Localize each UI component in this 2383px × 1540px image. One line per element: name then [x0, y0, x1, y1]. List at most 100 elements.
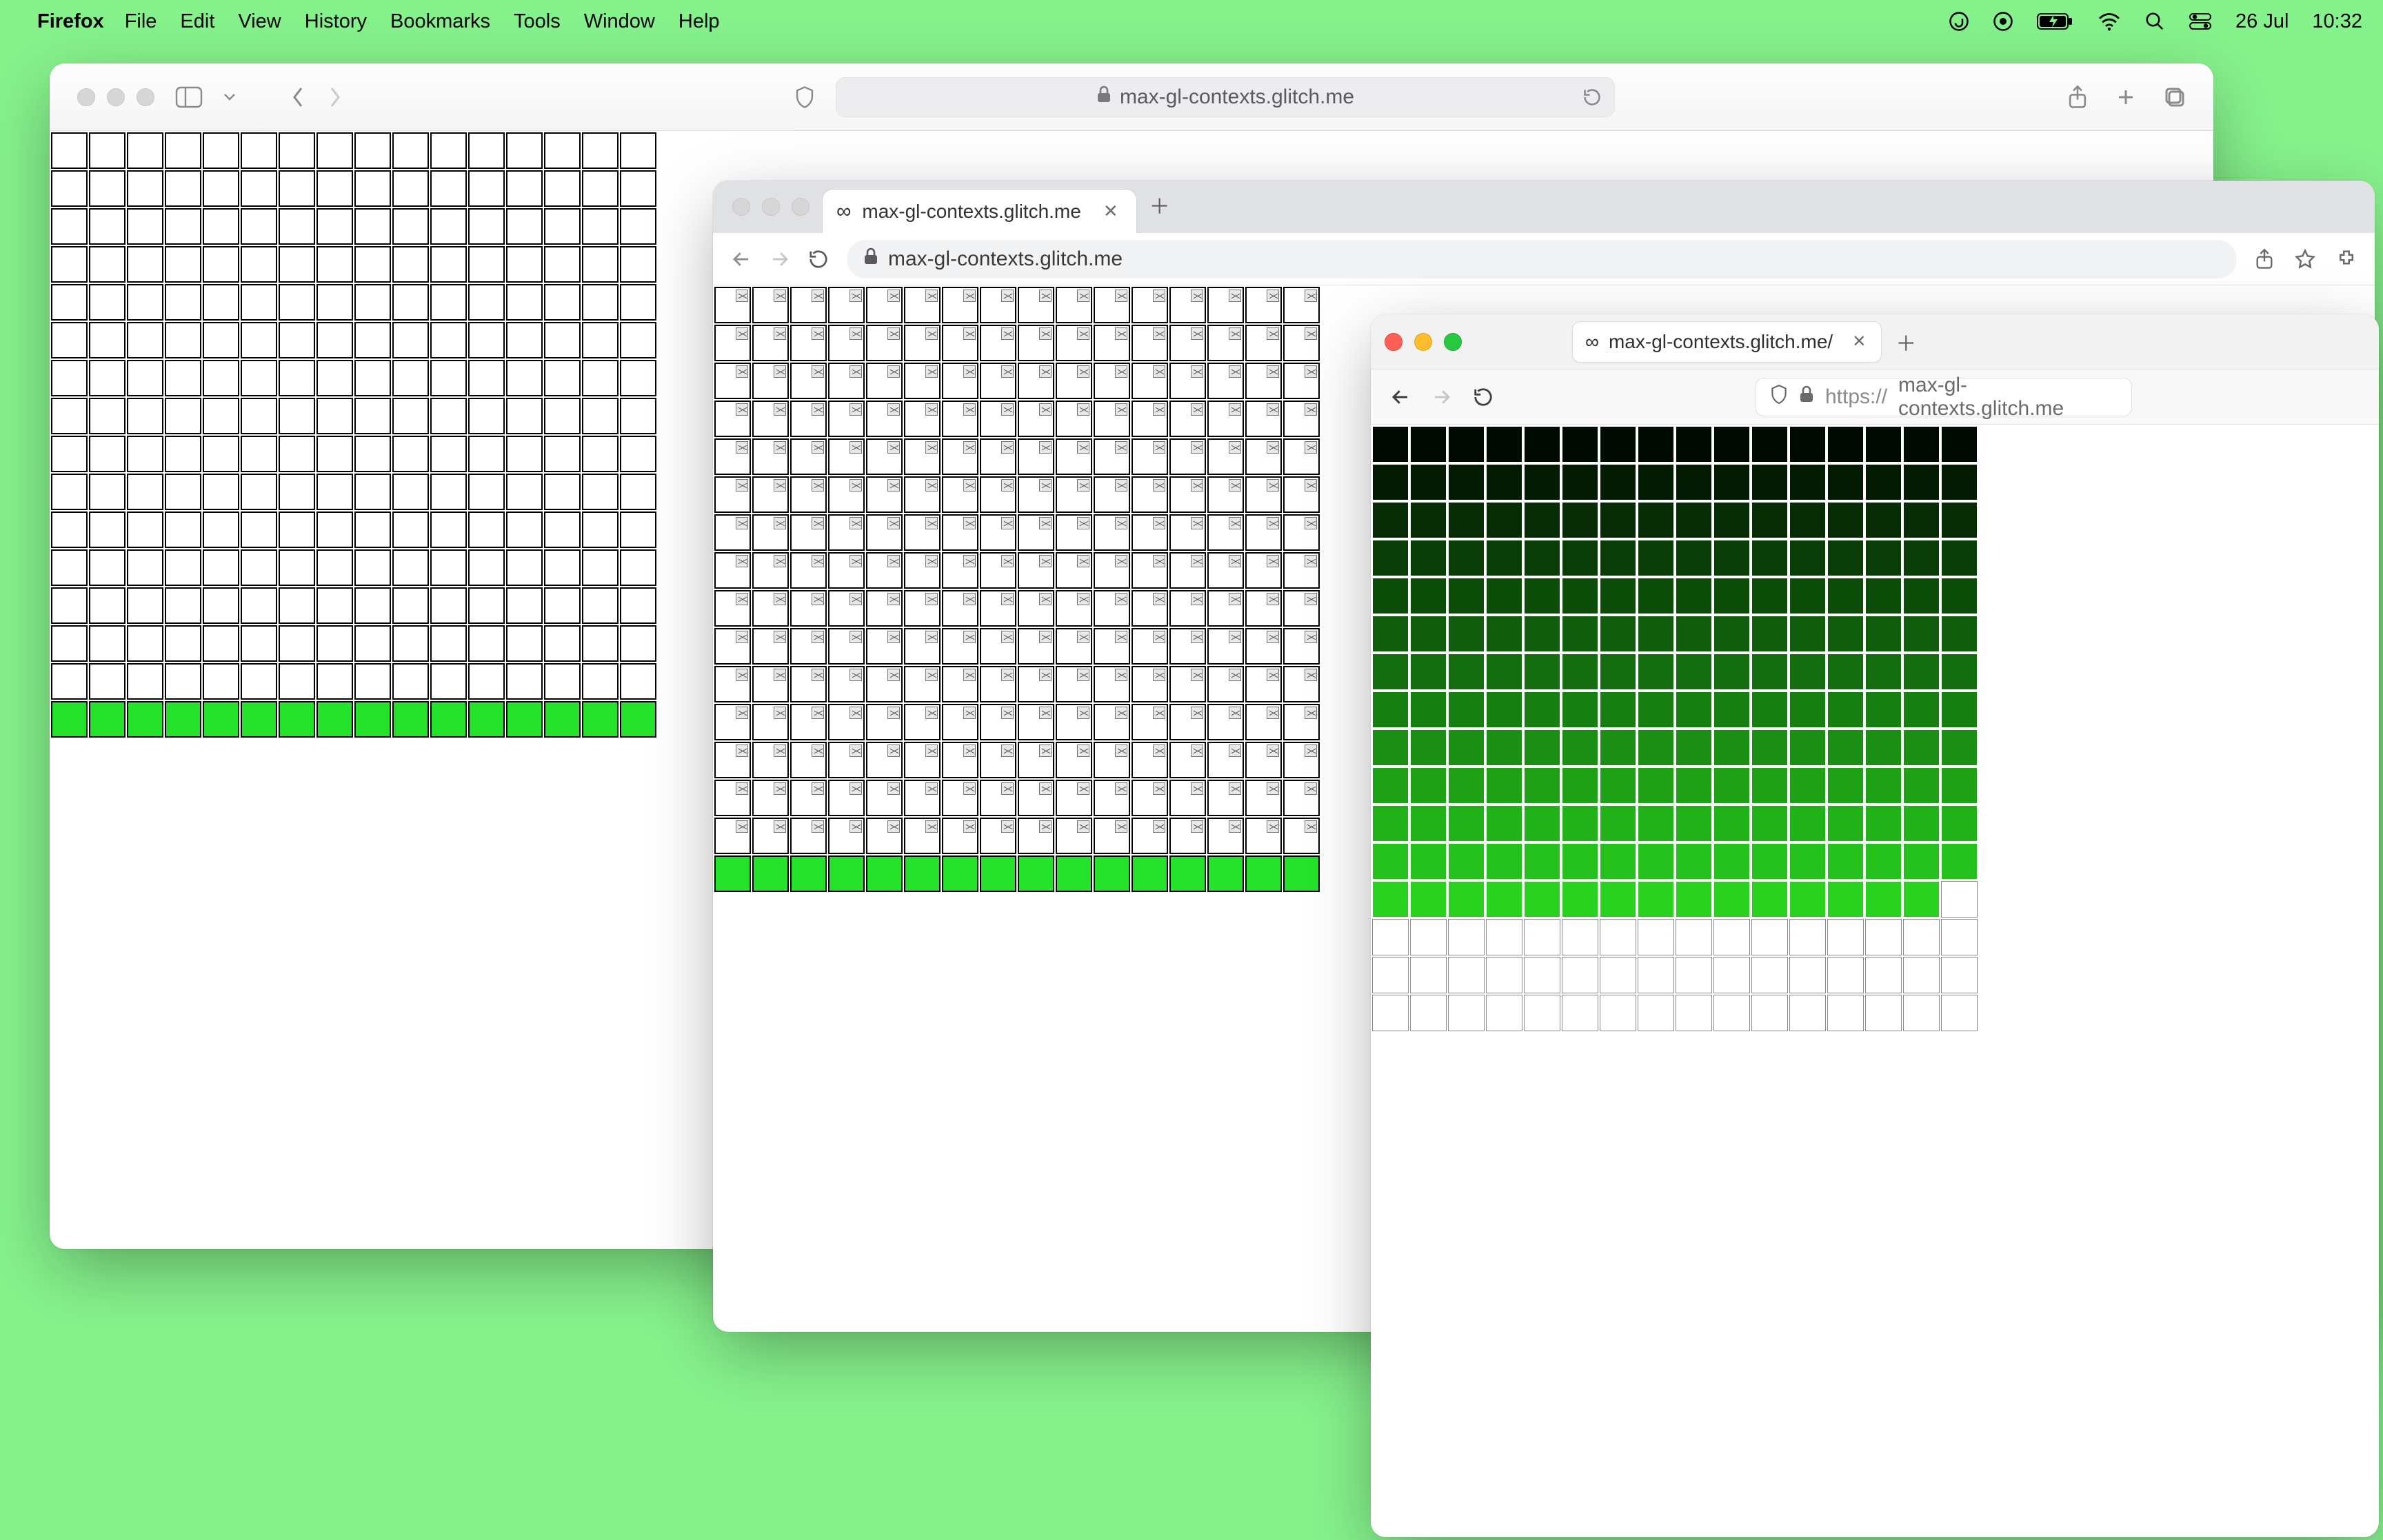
menu-view[interactable]: View	[238, 10, 281, 33]
wifi-icon[interactable]	[2098, 12, 2121, 31]
minimize-icon[interactable]	[762, 198, 780, 216]
grammarly-icon[interactable]	[1949, 11, 1969, 32]
broken-canvas-icon	[812, 290, 824, 302]
menu-edit[interactable]: Edit	[180, 10, 214, 33]
canvas-cell	[506, 587, 543, 624]
canvas-cell	[1207, 742, 1244, 778]
canvas-cell	[1676, 654, 1712, 690]
back-icon[interactable]	[1390, 387, 1411, 407]
broken-canvas-icon	[1039, 707, 1052, 719]
canvas-cell	[51, 284, 88, 321]
canvas-cell	[1941, 995, 1978, 1031]
firefox-tab[interactable]: ∞ max-gl-contexts.glitch.me/ ✕	[1572, 321, 1882, 363]
zoom-icon[interactable]	[137, 88, 154, 106]
canvas-cell	[89, 663, 125, 700]
canvas-cell	[1094, 818, 1130, 854]
canvas-cell	[430, 284, 467, 321]
new-tab-icon[interactable]: ＋	[1149, 190, 1170, 224]
new-tab-icon[interactable]	[2115, 85, 2136, 110]
canvas-cell	[752, 780, 789, 816]
close-icon[interactable]	[732, 198, 750, 216]
firefox-urlbar: https://max-gl-contexts.glitch.me	[1371, 369, 2379, 425]
canvas-cell	[165, 587, 201, 624]
chrome-tab[interactable]: ∞ max-gl-contexts.glitch.me ✕	[822, 189, 1137, 233]
canvas-cell	[89, 549, 125, 586]
canvas-cell	[1865, 540, 1902, 576]
tab-close-icon[interactable]: ✕	[1103, 201, 1118, 222]
canvas-cell	[1056, 514, 1092, 551]
new-tab-icon[interactable]: ＋	[1896, 327, 1916, 357]
tab-close-icon[interactable]: ✕	[1852, 332, 1866, 352]
broken-canvas-icon	[1229, 403, 1241, 416]
canvas-cell	[430, 549, 467, 586]
spotlight-icon[interactable]	[2144, 11, 2165, 32]
broken-canvas-icon	[849, 707, 862, 719]
minimize-icon[interactable]	[1414, 333, 1432, 351]
reload-icon[interactable]	[1473, 387, 1494, 407]
canvas-cell	[1562, 767, 1598, 804]
canvas-cell	[165, 398, 201, 434]
broken-canvas-icon	[1229, 479, 1241, 492]
broken-canvas-icon	[774, 555, 786, 567]
canvas-cell	[354, 208, 391, 245]
broken-canvas-icon	[1229, 327, 1241, 340]
close-icon[interactable]	[77, 88, 95, 106]
safari-traffic-lights[interactable]	[77, 88, 154, 106]
back-icon[interactable]	[731, 249, 752, 270]
tab-overview-icon[interactable]	[2164, 85, 2186, 110]
chevron-down-icon[interactable]	[223, 92, 236, 102]
forward-icon[interactable]	[1431, 387, 1452, 407]
canvas-cell	[354, 398, 391, 434]
menu-bookmarks[interactable]: Bookmarks	[390, 10, 490, 33]
canvas-cell	[89, 511, 125, 548]
chrome-address-bar[interactable]: max-gl-contexts.glitch.me	[847, 240, 2237, 278]
canvas-cell	[1245, 287, 1282, 323]
canvas-cell	[544, 436, 581, 472]
canvas-cell	[354, 360, 391, 396]
reload-icon[interactable]	[1582, 88, 1602, 107]
battery-icon[interactable]	[2037, 12, 2074, 31]
menu-help[interactable]: Help	[678, 10, 720, 33]
bookmark-star-icon[interactable]	[2295, 248, 2315, 270]
chrome-traffic-lights[interactable]	[732, 198, 810, 216]
menu-file[interactable]: File	[125, 10, 157, 33]
canvas-cell	[752, 287, 789, 323]
canvas-cell	[203, 246, 239, 283]
privacy-report-icon[interactable]	[794, 77, 815, 117]
firefox-traffic-lights[interactable]	[1385, 333, 1462, 351]
back-icon[interactable]	[291, 85, 306, 109]
canvas-cell	[980, 514, 1016, 551]
canvas-cell	[506, 701, 543, 738]
close-icon[interactable]	[1385, 333, 1402, 351]
zoom-icon[interactable]	[1444, 333, 1462, 351]
safari-address-bar[interactable]: max-gl-contexts.glitch.me	[836, 77, 1615, 117]
canvas-cell	[279, 663, 315, 700]
screenrec-icon[interactable]	[1993, 11, 2013, 32]
canvas-cell	[1448, 729, 1485, 766]
canvas-cell	[1169, 438, 1206, 475]
reload-icon[interactable]	[808, 249, 829, 270]
menu-tools[interactable]: Tools	[514, 10, 561, 33]
sidebar-toggle-icon[interactable]	[175, 86, 203, 108]
firefox-address-bar[interactable]: https://max-gl-contexts.glitch.me	[1756, 378, 2132, 416]
menubar-time[interactable]: 10:32	[2312, 10, 2362, 33]
broken-canvas-icon	[1077, 403, 1089, 416]
shield-icon[interactable]	[1770, 384, 1788, 410]
canvas-cell	[354, 549, 391, 586]
canvas-cell	[1600, 616, 1636, 652]
extensions-icon[interactable]	[2336, 248, 2357, 270]
menubar-appname[interactable]: Firefox	[37, 10, 104, 33]
forward-icon[interactable]	[770, 249, 790, 270]
menu-history[interactable]: History	[305, 10, 367, 33]
share-icon[interactable]	[2067, 85, 2088, 110]
menu-window[interactable]: Window	[584, 10, 655, 33]
menubar-date[interactable]: 26 Jul	[2235, 10, 2289, 33]
canvas-cell	[828, 401, 865, 437]
minimize-icon[interactable]	[107, 88, 125, 106]
canvas-cell	[1018, 363, 1054, 399]
share-icon[interactable]	[2255, 248, 2274, 270]
broken-canvas-icon	[887, 290, 900, 302]
control-center-icon[interactable]	[2189, 12, 2212, 30]
zoom-icon[interactable]	[792, 198, 810, 216]
forward-icon[interactable]	[327, 85, 342, 109]
